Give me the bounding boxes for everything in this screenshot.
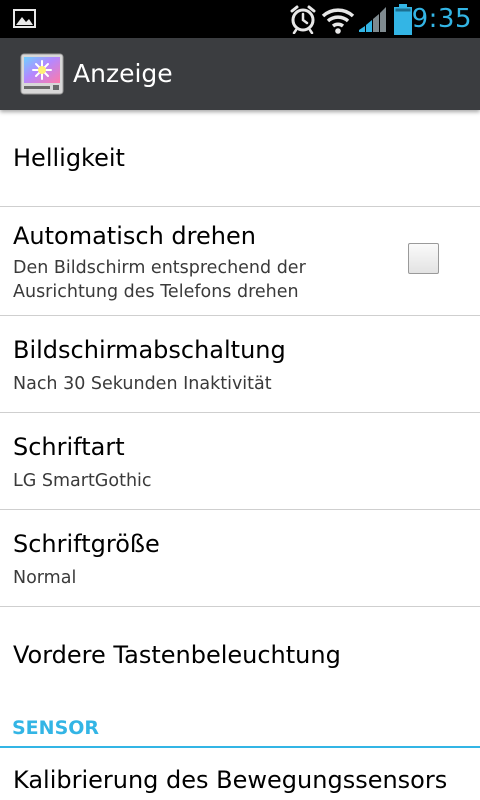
setting-screen-timeout[interactable]: Bildschirmabschaltung Nach 30 Sekunden I… bbox=[0, 316, 480, 413]
section-label: SENSOR bbox=[12, 717, 100, 739]
setting-title: Kalibrierung des Bewegungssensors bbox=[13, 766, 448, 794]
setting-motion-sensor-calibration[interactable]: Kalibrierung des Bewegungssensors bbox=[0, 748, 480, 800]
section-header-sensor: SENSOR bbox=[0, 702, 480, 748]
setting-auto-rotate[interactable]: Automatisch drehen Den Bildschirm entspr… bbox=[0, 207, 480, 316]
gallery-icon bbox=[13, 9, 36, 28]
display-settings-screen: 9:35 Anzeige Helligkeit Automatisch dreh… bbox=[0, 0, 480, 800]
setting-front-key-light[interactable]: Vordere Tastenbeleuchtung bbox=[0, 607, 480, 702]
signal-icon bbox=[359, 7, 386, 32]
battery-icon bbox=[394, 4, 412, 35]
setting-title: Vordere Tastenbeleuchtung bbox=[13, 641, 341, 669]
page-title: Anzeige bbox=[73, 59, 173, 88]
setting-summary: Normal bbox=[13, 568, 77, 588]
status-bar: 9:35 bbox=[0, 0, 480, 38]
settings-list: Helligkeit Automatisch drehen Den Bildsc… bbox=[0, 110, 480, 702]
setting-title: Helligkeit bbox=[13, 144, 125, 172]
setting-brightness[interactable]: Helligkeit bbox=[0, 110, 480, 207]
setting-title: Schriftart bbox=[13, 433, 125, 461]
setting-title: Schriftgröße bbox=[13, 530, 160, 558]
display-settings-icon[interactable] bbox=[20, 53, 64, 95]
action-bar: Anzeige bbox=[0, 38, 480, 110]
setting-font-type[interactable]: Schriftart LG SmartGothic bbox=[0, 413, 480, 510]
setting-summary-line2: Ausrichtung des Telefons drehen bbox=[13, 282, 299, 302]
wifi-icon bbox=[321, 8, 355, 34]
setting-title: Automatisch drehen bbox=[13, 222, 256, 250]
setting-summary: Nach 30 Sekunden Inaktivität bbox=[13, 374, 272, 394]
setting-summary-line1: Den Bildschirm entsprechend der bbox=[13, 258, 306, 278]
status-time: 9:35 bbox=[411, 4, 472, 34]
auto-rotate-checkbox[interactable] bbox=[408, 243, 439, 274]
setting-summary: LG SmartGothic bbox=[13, 471, 152, 491]
setting-font-size[interactable]: Schriftgröße Normal bbox=[0, 510, 480, 607]
setting-title: Bildschirmabschaltung bbox=[13, 336, 286, 364]
alarm-icon bbox=[290, 5, 316, 34]
